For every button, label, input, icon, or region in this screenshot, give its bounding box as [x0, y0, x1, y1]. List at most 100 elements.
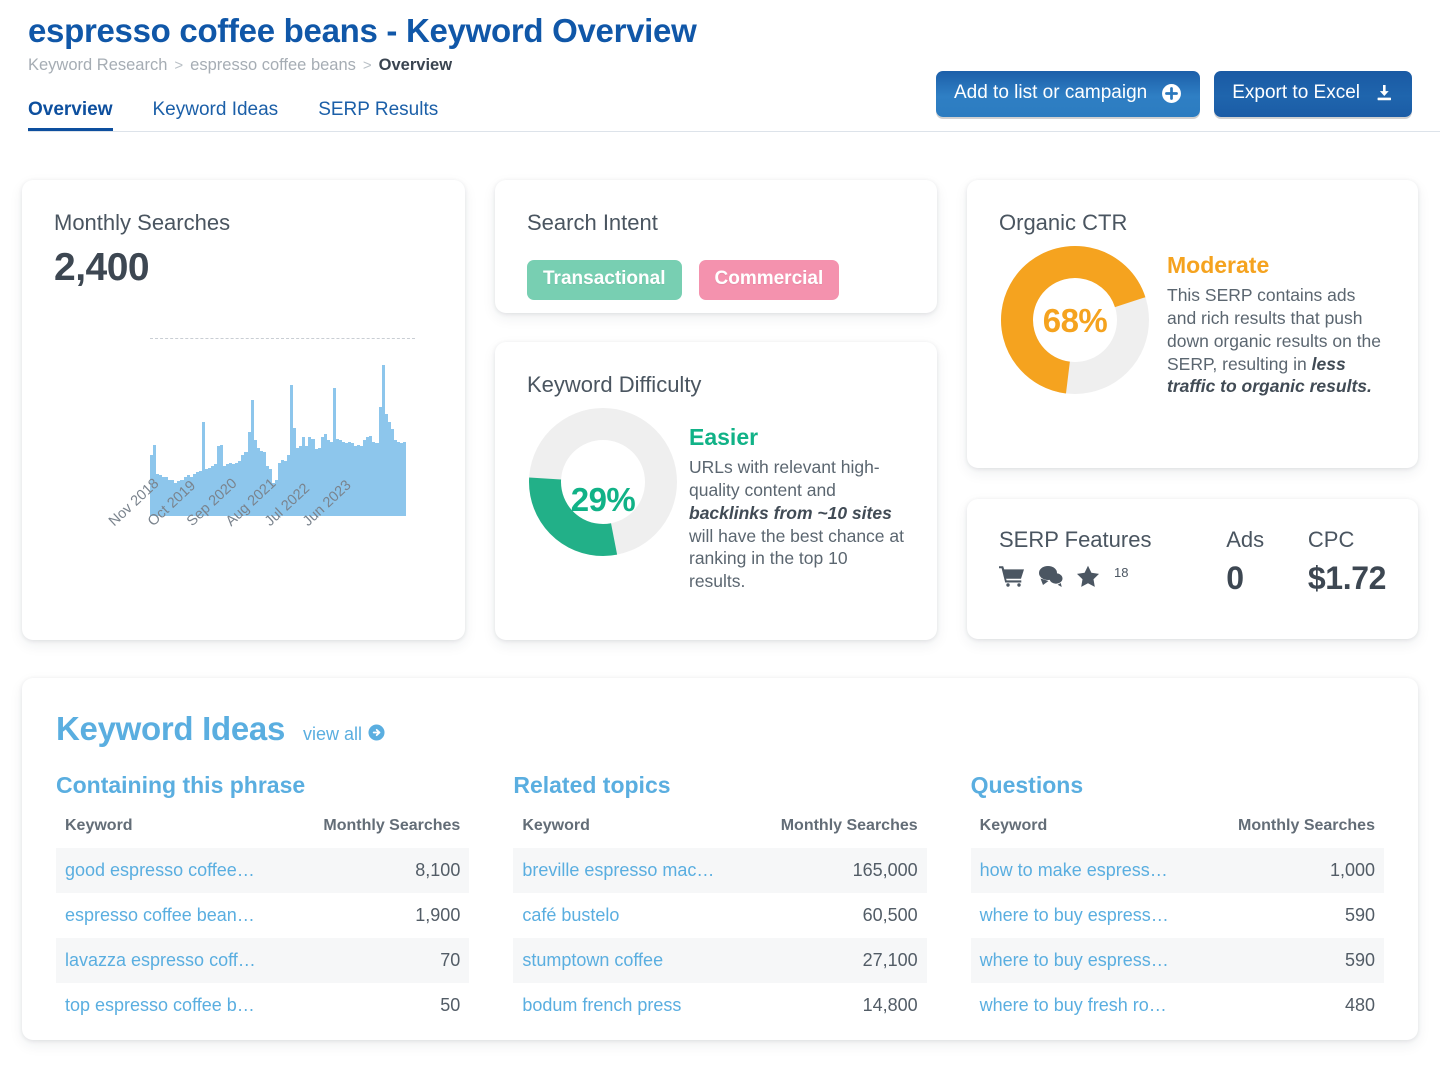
serp-features-label: SERP Features: [999, 527, 1226, 553]
breadcrumb-separator-2: >: [363, 57, 372, 74]
add-to-list-label: Add to list or campaign: [954, 82, 1147, 104]
cpc-column: CPC $1.72: [1308, 527, 1386, 597]
keyword-cell[interactable]: top espresso coffee b…: [56, 983, 293, 1028]
page-title: espresso coffee beans - Keyword Overview: [28, 10, 1440, 51]
shopping-cart-icon[interactable]: [999, 565, 1025, 592]
keyword-idea-column-heading: Questions: [971, 772, 1384, 799]
keyword-idea-column: Containing this phrase KeywordMonthly Sea…: [56, 772, 469, 1028]
serp-features-column: SERP Features 18: [999, 527, 1226, 592]
monthly-searches-cell: 8,100: [293, 848, 469, 893]
intent-badge-commercial[interactable]: Commercial: [699, 260, 840, 300]
monthly-searches-chart: Nov 2018Oct 2019Sep 2020Aug 2021Jul 2022…: [54, 326, 433, 516]
organic-ctr-blurb: This SERP contains ads and rich results …: [1167, 284, 1386, 398]
search-intent-card: Search Intent Transactional Commercial: [495, 180, 937, 313]
star-icon[interactable]: [1076, 565, 1100, 592]
keyword-cell[interactable]: bodum french press: [513, 983, 751, 1028]
keyword-difficulty-donut: 29%: [527, 406, 679, 593]
breadcrumb-keyword[interactable]: espresso coffee beans: [190, 56, 356, 75]
monthly-searches-cell: 590: [1207, 893, 1384, 938]
export-to-excel-label: Export to Excel: [1232, 82, 1360, 104]
tab-serp-results[interactable]: SERP Results: [318, 99, 438, 132]
keyword-cell[interactable]: good espresso coffee…: [56, 848, 293, 893]
monthly-searches-cell: 1,900: [293, 893, 469, 938]
column-header-keyword[interactable]: Keyword: [971, 817, 1207, 848]
table-row[interactable]: breville espresso mac…165,000: [513, 848, 926, 893]
download-icon: [1374, 83, 1394, 103]
organic-ctr-percent: 68%: [999, 244, 1151, 398]
ads-value: 0: [1226, 560, 1308, 597]
add-to-list-button[interactable]: Add to list or campaign: [936, 71, 1200, 117]
keyword-cell[interactable]: where to buy espress…: [971, 893, 1207, 938]
monthly-searches-value: 2,400: [54, 246, 433, 290]
keyword-difficulty-blurb-emphasis: backlinks from ~10 sites: [689, 503, 892, 523]
keyword-idea-column: Questions KeywordMonthly Searcheshow to m…: [971, 772, 1384, 1028]
monthly-searches-cell: 27,100: [751, 938, 926, 983]
table-row[interactable]: top espresso coffee b…50: [56, 983, 469, 1028]
chart-x-axis-labels: Nov 2018Oct 2019Sep 2020Aug 2021Jul 2022…: [54, 514, 433, 574]
export-to-excel-button[interactable]: Export to Excel: [1214, 71, 1412, 117]
table-row[interactable]: stumptown coffee27,100: [513, 938, 926, 983]
tab-keyword-ideas[interactable]: Keyword Ideas: [153, 99, 279, 132]
plus-circle-icon: [1161, 83, 1182, 104]
column-header-keyword[interactable]: Keyword: [513, 817, 751, 848]
keyword-idea-column-heading: Containing this phrase: [56, 772, 469, 799]
organic-ctr-card: Organic CTR 68% Moderate This SERP conta…: [967, 180, 1418, 468]
table-row[interactable]: good espresso coffee…8,100: [56, 848, 469, 893]
chart-reference-line: [150, 338, 415, 339]
breadcrumb-root[interactable]: Keyword Research: [28, 56, 167, 75]
ads-label: Ads: [1226, 527, 1308, 553]
monthly-searches-cell: 14,800: [751, 983, 926, 1028]
tab-overview[interactable]: Overview: [28, 99, 113, 132]
keyword-cell[interactable]: breville espresso mac…: [513, 848, 751, 893]
table-row[interactable]: how to make espress…1,000: [971, 848, 1384, 893]
keyword-idea-table: KeywordMonthly Searchesgood espresso cof…: [56, 817, 469, 1028]
keyword-cell[interactable]: stumptown coffee: [513, 938, 751, 983]
keyword-cell[interactable]: where to buy espress…: [971, 938, 1207, 983]
monthly-searches-cell: 165,000: [751, 848, 926, 893]
keyword-cell[interactable]: espresso coffee bean…: [56, 893, 293, 938]
cpc-value: $1.72: [1308, 560, 1386, 597]
view-all-link[interactable]: view all: [303, 724, 385, 746]
monthly-searches-cell: 1,000: [1207, 848, 1384, 893]
keyword-cell[interactable]: café bustelo: [513, 893, 751, 938]
table-row[interactable]: where to buy espress…590: [971, 938, 1384, 983]
monthly-searches-cell: 480: [1207, 983, 1384, 1028]
comments-icon[interactable]: [1038, 565, 1063, 592]
column-header-keyword[interactable]: Keyword: [56, 817, 293, 848]
keyword-difficulty-title: Keyword Difficulty: [527, 372, 905, 398]
table-row[interactable]: bodum french press14,800: [513, 983, 926, 1028]
monthly-searches-cell: 50: [293, 983, 469, 1028]
tab-bar: Overview Keyword Ideas SERP Results Add …: [28, 99, 1440, 132]
intent-badge-transactional[interactable]: Transactional: [527, 260, 682, 300]
keyword-ideas-panel: Keyword Ideas view all Containing this p…: [22, 678, 1418, 1040]
monthly-searches-card: Monthly Searches 2,400 Nov 2018Oct 2019S…: [22, 180, 465, 640]
dashboard-cards: Monthly Searches 2,400 Nov 2018Oct 2019S…: [0, 132, 1440, 640]
keyword-idea-table: KeywordMonthly Searcheshow to make espre…: [971, 817, 1384, 1028]
table-row[interactable]: where to buy espress…590: [971, 893, 1384, 938]
keyword-idea-table: KeywordMonthly Searchesbreville espresso…: [513, 817, 926, 1028]
keyword-difficulty-verdict: Easier: [689, 424, 905, 451]
column-header-monthly-searches[interactable]: Monthly Searches: [1207, 817, 1384, 848]
table-row[interactable]: lavazza espresso coff…70: [56, 938, 469, 983]
column-header-monthly-searches[interactable]: Monthly Searches: [293, 817, 469, 848]
ads-column: Ads 0: [1226, 527, 1308, 597]
search-intent-title: Search Intent: [527, 210, 905, 236]
table-row[interactable]: espresso coffee bean…1,900: [56, 893, 469, 938]
star-count-badge: 18: [1114, 565, 1128, 580]
keyword-ideas-columns: Containing this phraseKeywordMonthly Sea…: [56, 772, 1384, 1028]
monthly-searches-cell: 70: [293, 938, 469, 983]
breadcrumb-current: Overview: [379, 56, 452, 75]
keyword-difficulty-card: Keyword Difficulty 29% Easier URLs with …: [495, 342, 937, 640]
keyword-cell[interactable]: lavazza espresso coff…: [56, 938, 293, 983]
keyword-difficulty-blurb: URLs with relevant high-quality content …: [689, 456, 905, 593]
table-row[interactable]: where to buy fresh ro…480: [971, 983, 1384, 1028]
organic-ctr-donut: 68%: [999, 244, 1151, 398]
table-row[interactable]: café bustelo60,500: [513, 893, 926, 938]
chart-bar: [403, 442, 406, 517]
monthly-searches-cell: 60,500: [751, 893, 926, 938]
header-actions: Add to list or campaign Export to Excel: [936, 71, 1412, 117]
keyword-cell[interactable]: how to make espress…: [971, 848, 1207, 893]
keyword-cell[interactable]: where to buy fresh ro…: [971, 983, 1207, 1028]
keyword-idea-column: Related topicsKeywordMonthly Searchesbre…: [513, 772, 926, 1028]
column-header-monthly-searches[interactable]: Monthly Searches: [751, 817, 926, 848]
